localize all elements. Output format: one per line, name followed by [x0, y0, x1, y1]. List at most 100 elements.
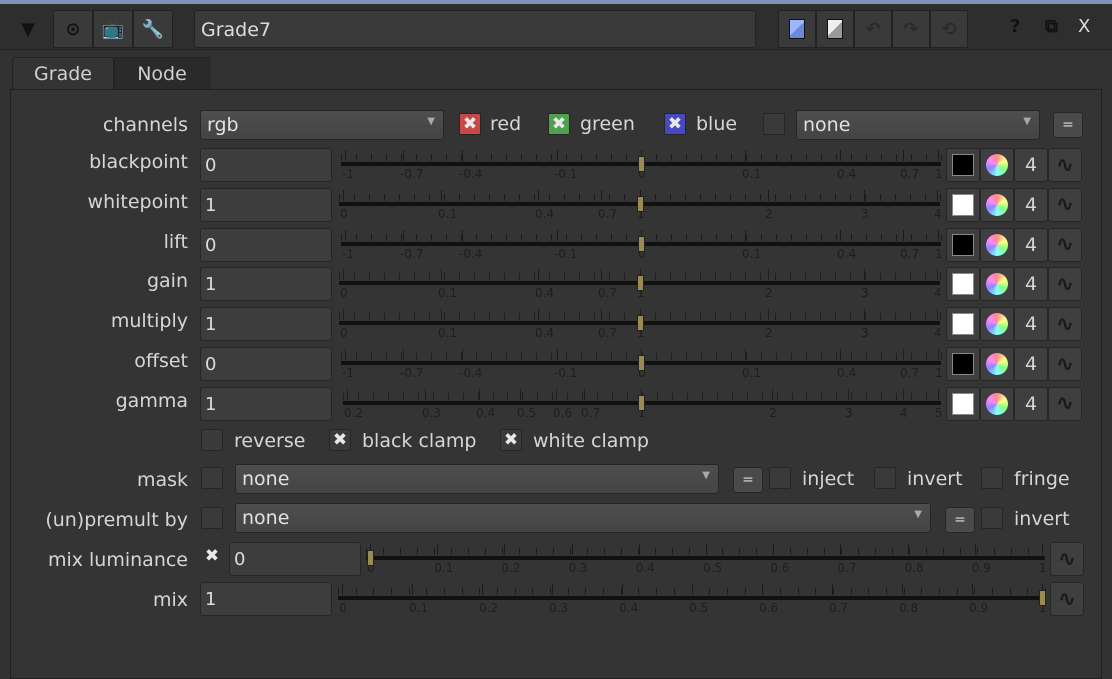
- lift-channels-button[interactable]: 4: [1014, 227, 1048, 262]
- multiply-animation-button[interactable]: ∿: [1048, 307, 1082, 342]
- node-name-input[interactable]: Grade7: [194, 10, 756, 48]
- whitepoint-color-swatch-button[interactable]: [946, 187, 980, 222]
- gamma-color-swatch-button[interactable]: [946, 386, 980, 421]
- premult-enable-checkbox[interactable]: [201, 507, 223, 529]
- channels-dropdown[interactable]: rgb ▼: [200, 110, 444, 140]
- blackpoint-animation-button[interactable]: ∿: [1048, 148, 1082, 182]
- channels-link-button[interactable]: =: [1053, 112, 1083, 138]
- reverse-checkbox[interactable]: [201, 429, 223, 451]
- inject-label: inject: [802, 468, 855, 490]
- mix-slider-handle[interactable]: [1039, 590, 1046, 606]
- black-clamp-checkbox[interactable]: ✖: [329, 429, 351, 451]
- undo-icon[interactable]: ↶: [854, 10, 892, 48]
- slider-tick-label: 0.7: [598, 286, 618, 301]
- gamma-color-picker-button[interactable]: [980, 386, 1014, 421]
- premult-link-button[interactable]: =: [945, 507, 975, 533]
- lift-color-picker-button[interactable]: [980, 227, 1014, 262]
- whitepoint-channels-button[interactable]: 4: [1014, 187, 1048, 222]
- whitepoint-color-picker-button[interactable]: [980, 187, 1014, 222]
- tab-grade[interactable]: Grade: [12, 57, 114, 90]
- slider-tick: [474, 313, 476, 321]
- mask-link-button[interactable]: =: [733, 467, 763, 493]
- blackpoint-slider-handle[interactable]: [638, 156, 645, 172]
- mask-invert-checkbox[interactable]: [874, 467, 896, 489]
- redo-icon[interactable]: ↷: [892, 10, 930, 48]
- collapse-triangle-icon[interactable]: ▼: [10, 10, 46, 48]
- slider-tick: [536, 154, 537, 161]
- blue-checkbox[interactable]: ✖: [664, 113, 686, 135]
- slider-tick: [921, 588, 923, 595]
- gamma-animation-button[interactable]: ∿: [1048, 386, 1082, 421]
- gain-slider-handle[interactable]: [637, 275, 644, 292]
- premult-invert-checkbox[interactable]: [981, 507, 1003, 529]
- slider-tick: [924, 313, 926, 321]
- whitepoint-slider-handle[interactable]: [637, 195, 644, 212]
- mix-animation-button[interactable]: ∿: [1050, 582, 1084, 616]
- slider-tick: [626, 233, 627, 241]
- slider-tick: [369, 313, 371, 321]
- gain-color-swatch-button[interactable]: [946, 267, 980, 302]
- multiply-channels-button[interactable]: 4: [1014, 307, 1048, 342]
- offset-slider-handle[interactable]: [638, 355, 645, 371]
- node-center-icon[interactable]: ⊙: [53, 10, 93, 48]
- multiply-slider-handle[interactable]: [637, 315, 644, 332]
- multiply-color-swatch-button[interactable]: [946, 307, 980, 342]
- gain-input[interactable]: 1: [200, 267, 332, 302]
- fringe-checkbox[interactable]: [981, 467, 1003, 489]
- gamma-channels-button[interactable]: 4: [1014, 386, 1048, 421]
- mix-input[interactable]: 1: [200, 582, 332, 616]
- lift-color-swatch-button[interactable]: [946, 227, 980, 262]
- mask-enable-checkbox[interactable]: [201, 467, 223, 489]
- gamma-input[interactable]: 1: [200, 386, 332, 421]
- slider-tick: [549, 273, 551, 281]
- red-checkbox[interactable]: ✖: [459, 113, 481, 135]
- blackpoint-channels-button[interactable]: 4: [1014, 148, 1048, 182]
- gain-animation-button[interactable]: ∿: [1048, 267, 1082, 302]
- tab-node[interactable]: Node: [114, 57, 210, 90]
- wrench-icon[interactable]: 🔧: [133, 10, 173, 48]
- mask-dropdown[interactable]: none ▼: [235, 464, 719, 494]
- whitepoint-animation-button[interactable]: ∿: [1048, 187, 1082, 222]
- offset-animation-button[interactable]: ∿: [1048, 347, 1082, 381]
- offset-color-picker-button[interactable]: [980, 347, 1014, 381]
- white-clamp-checkbox[interactable]: ✖: [500, 429, 522, 451]
- slider-tick: [444, 313, 446, 321]
- node-color-icon[interactable]: [778, 10, 816, 48]
- gain-color-picker-button[interactable]: [980, 267, 1014, 302]
- mix-luminance-checkbox[interactable]: ✖: [201, 546, 223, 568]
- offset-input[interactable]: 0: [200, 347, 332, 381]
- multiply-input[interactable]: 1: [200, 307, 332, 342]
- offset-color-swatch-button[interactable]: [946, 347, 980, 381]
- blackpoint-color-swatch-button[interactable]: [946, 148, 980, 182]
- slider-major-tick: [425, 388, 426, 400]
- gl-color-icon[interactable]: [816, 10, 854, 48]
- alpha-checkbox[interactable]: [763, 113, 785, 135]
- color-swatch-icon: [952, 273, 974, 296]
- lift-animation-button[interactable]: ∿: [1048, 227, 1082, 262]
- help-icon[interactable]: ?: [1010, 16, 1020, 37]
- lift-input[interactable]: 0: [200, 227, 332, 262]
- green-checkbox[interactable]: ✖: [548, 113, 570, 135]
- slider-tick: [620, 548, 622, 555]
- blackpoint-color-picker-button[interactable]: [980, 148, 1014, 182]
- blackpoint-input[interactable]: 0: [200, 148, 332, 182]
- lift-slider-handle[interactable]: [638, 235, 645, 252]
- gain-channels-button[interactable]: 4: [1014, 267, 1048, 302]
- extra-channel-dropdown[interactable]: none ▼: [796, 110, 1040, 140]
- inject-checkbox[interactable]: [769, 467, 791, 489]
- close-icon[interactable]: X: [1078, 16, 1090, 37]
- slider-tick-label: 0.4: [476, 405, 496, 420]
- mix-slider-track[interactable]: [338, 596, 1045, 600]
- mix-luminance-animation-button[interactable]: ∿: [1050, 542, 1084, 576]
- float-window-icon[interactable]: ⧉: [1045, 16, 1058, 37]
- viewer-input-icon[interactable]: 📺: [93, 10, 133, 48]
- gamma-slider-handle[interactable]: [638, 394, 645, 411]
- revert-icon[interactable]: ⟲: [930, 10, 968, 48]
- multiply-color-picker-button[interactable]: [980, 307, 1014, 342]
- mix-luminance-slider-track[interactable]: [366, 556, 1045, 560]
- premult-dropdown[interactable]: none ▼: [235, 503, 931, 533]
- mix-luminance-input[interactable]: 0: [229, 542, 361, 576]
- mix-luminance-slider-handle[interactable]: [367, 550, 374, 566]
- offset-channels-button[interactable]: 4: [1014, 347, 1048, 381]
- whitepoint-input[interactable]: 1: [200, 187, 332, 222]
